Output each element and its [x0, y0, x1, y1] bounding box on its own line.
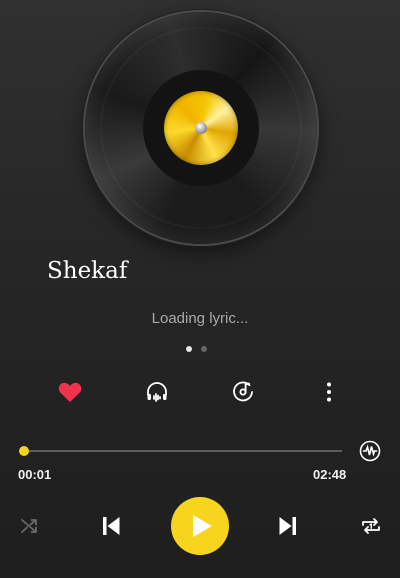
headphones-icon	[147, 382, 167, 402]
skip-previous-icon	[103, 517, 120, 535]
action-bar	[0, 378, 400, 408]
total-time: 02:48	[313, 467, 347, 482]
elapsed-time: 00:01	[18, 467, 52, 482]
repeat-one-icon	[362, 518, 380, 534]
play-icon	[193, 515, 212, 537]
audio-wave-icon[interactable]	[359, 440, 381, 462]
vinyl-spindle	[195, 122, 207, 134]
play-button[interactable]	[171, 497, 229, 555]
page-dot-1	[186, 346, 192, 352]
song-title: Shekaf	[47, 258, 128, 284]
playback-controls	[0, 497, 400, 557]
headphones-button[interactable]	[143, 378, 171, 406]
skip-next-icon	[279, 517, 296, 535]
favorite-button[interactable]	[56, 378, 84, 406]
heart-icon	[58, 382, 82, 402]
shuffle-icon	[21, 519, 37, 533]
shuffle-button[interactable]	[18, 515, 40, 537]
more-vertical-icon	[327, 382, 331, 402]
music-disc-icon	[233, 381, 253, 402]
more-options-button[interactable]	[315, 378, 343, 406]
vinyl-record	[85, 12, 317, 244]
disc-button[interactable]	[229, 378, 257, 406]
page-indicator	[186, 346, 207, 352]
seek-bar[interactable]	[19, 446, 342, 456]
lyric-status[interactable]: Loading lyric...	[0, 310, 400, 327]
seek-bar-handle[interactable]	[19, 446, 29, 456]
previous-button[interactable]	[99, 514, 123, 538]
next-button[interactable]	[276, 514, 300, 538]
page-dot-2	[201, 346, 207, 352]
repeat-button[interactable]	[359, 514, 383, 538]
